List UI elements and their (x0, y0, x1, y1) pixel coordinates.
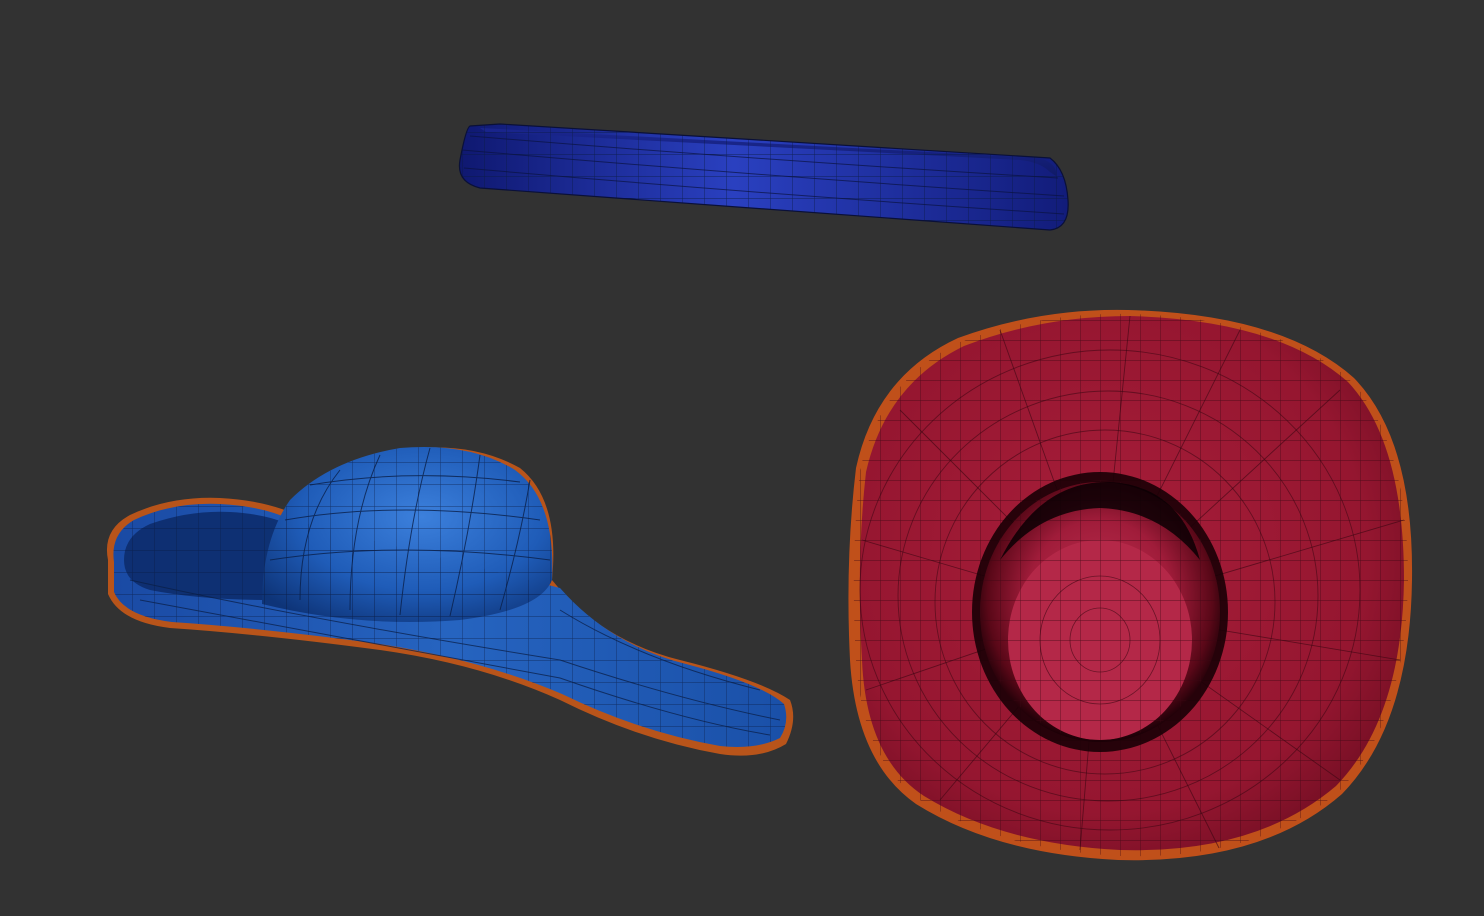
hat-blue-side-object[interactable] (106, 446, 794, 756)
3d-viewport[interactable] (0, 0, 1484, 916)
hat-red-top-object[interactable] (840, 300, 1420, 870)
hat-band-object[interactable] (450, 110, 1090, 250)
viewport-canvas[interactable] (0, 0, 1484, 916)
